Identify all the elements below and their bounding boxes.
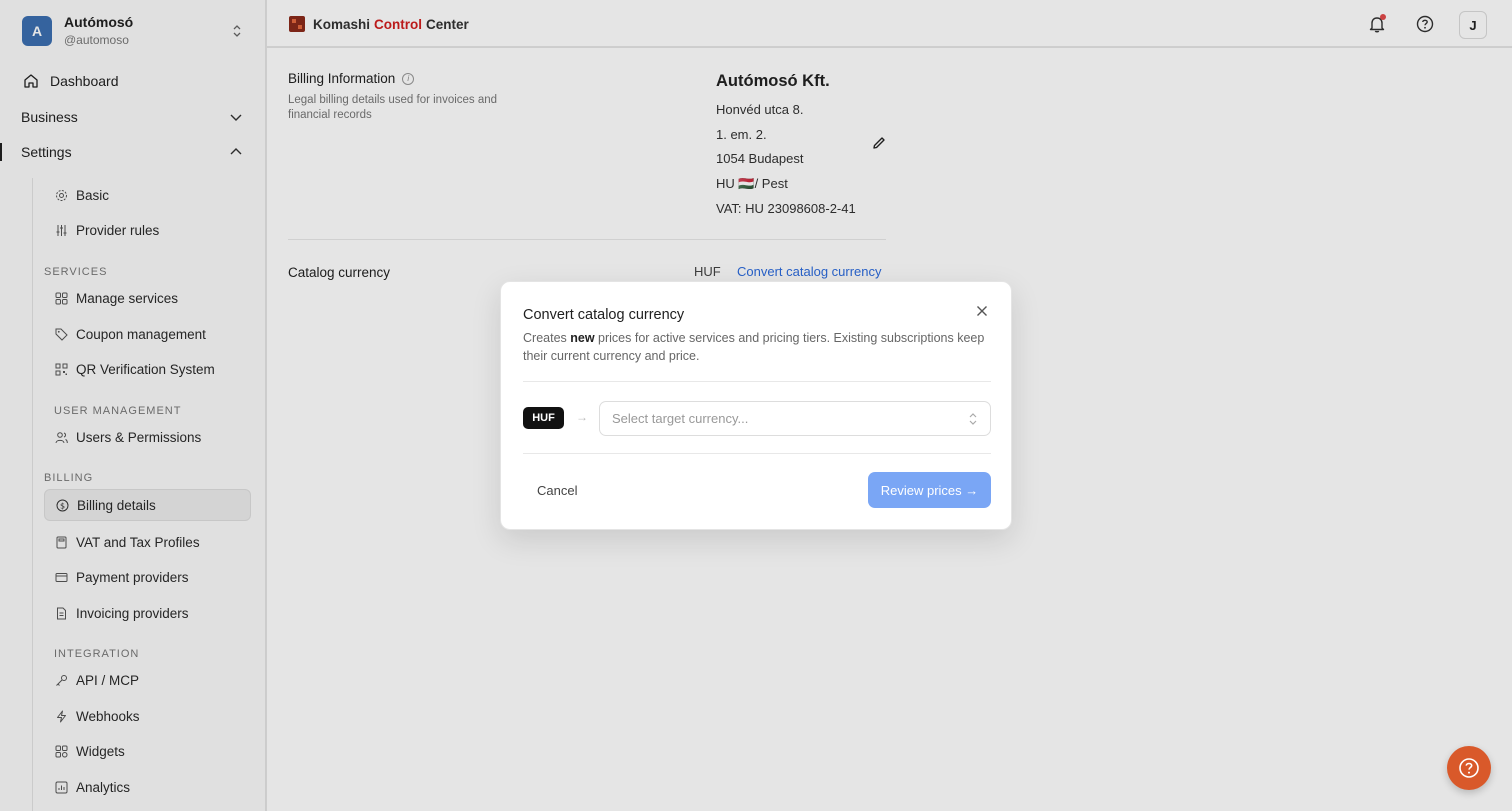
dialog-desc-bold: new (570, 331, 595, 345)
source-currency-badge: HUF (523, 407, 564, 429)
arrow-right-icon: → (576, 410, 588, 424)
cancel-button[interactable]: Cancel (523, 474, 593, 507)
help-chat-button[interactable] (1447, 746, 1491, 790)
close-icon[interactable] (975, 304, 989, 318)
dialog-desc-pre: Creates (523, 331, 571, 345)
dialog-description: Creates new prices for active services a… (523, 329, 991, 365)
chevron-up-down-icon (969, 413, 977, 425)
dialog-title: Convert catalog currency (523, 307, 685, 323)
dialog-divider-bottom (523, 453, 991, 454)
target-currency-placeholder: Select target currency... (612, 411, 749, 426)
review-prices-button[interactable]: Review prices → (868, 472, 991, 508)
help-circle-icon (1459, 758, 1479, 778)
convert-currency-dialog: Convert catalog currency Creates new pri… (500, 281, 1012, 530)
app: A Autómosó @automoso Dashboard Business … (0, 0, 1512, 811)
target-currency-select[interactable]: Select target currency... (599, 401, 991, 436)
dialog-divider-top (523, 381, 991, 382)
